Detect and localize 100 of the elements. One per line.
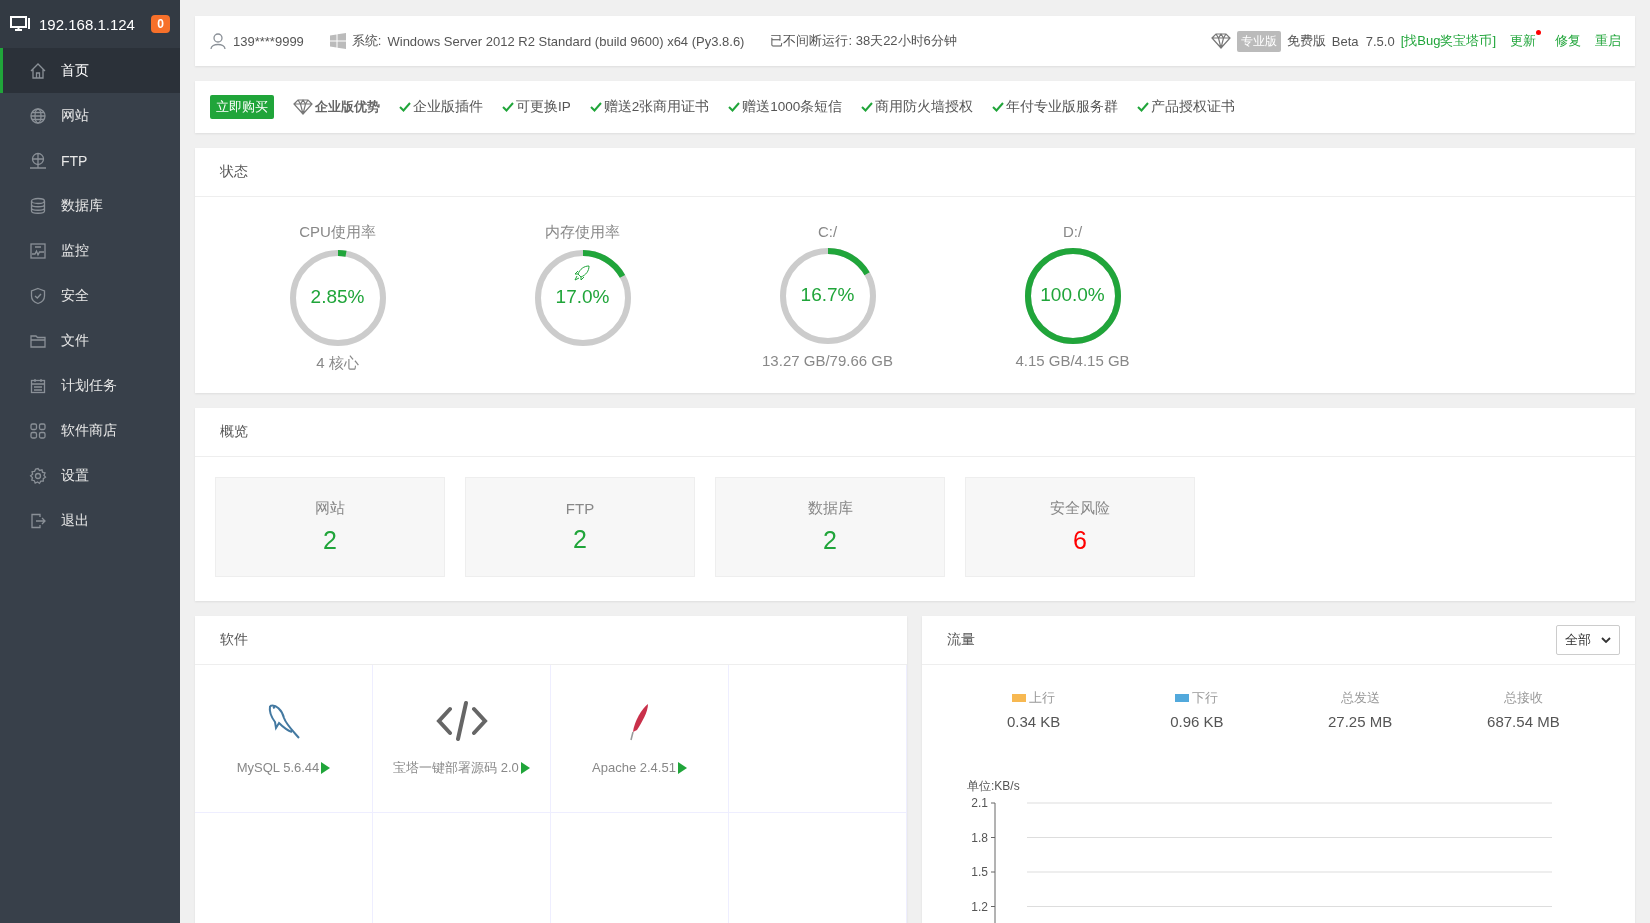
action-link[interactable]: 修复 — [1555, 32, 1581, 50]
software-name: Apache 2.4.51 — [592, 760, 676, 775]
feature-text: 赠送1000条短信 — [742, 98, 843, 116]
monitor-icon — [10, 15, 31, 33]
software-name: 宝塔一键部署源码 2.0 — [393, 758, 519, 777]
overview-card[interactable]: FTP 2 — [465, 477, 695, 577]
bug-bounty-link[interactable]: [找Bug奖宝塔币] — [1400, 32, 1496, 50]
tick-label: 2.1 — [971, 796, 988, 810]
check-icon — [728, 102, 741, 112]
card-label: FTP — [565, 500, 595, 517]
network-globe-icon — [29, 151, 47, 170]
feature-text: 年付专业版服务群 — [1006, 98, 1119, 116]
gauge-label: C:/ — [817, 223, 838, 240]
card-count: 6 — [1073, 526, 1087, 555]
stat-value: 0.34 KB — [1006, 713, 1061, 730]
section-title: 概览 — [220, 423, 248, 441]
logout-icon — [29, 511, 47, 530]
sidebar-item[interactable]: 设置 — [0, 453, 180, 498]
diamond-icon — [1210, 33, 1231, 49]
software-name: MySQL 5.6.44 — [236, 760, 320, 775]
card-label: 安全风险 — [1050, 499, 1110, 518]
stat-label: 总发送 — [1340, 689, 1380, 707]
gauge-label: 内存使用率 — [545, 223, 620, 242]
stat-label: 上行 — [1029, 689, 1056, 707]
play-icon — [321, 761, 331, 774]
gauge-label: CPU使用率 — [299, 223, 376, 242]
version-text: Beta 7.5.0 — [1331, 33, 1395, 49]
user-icon — [209, 32, 227, 50]
database-icon — [29, 196, 47, 215]
gauge-value: 17.0% — [554, 286, 611, 308]
settings-icon — [29, 466, 47, 485]
overview-card[interactable]: 网站 2 — [215, 477, 445, 577]
gauge-detail: 4.15 GB/4.15 GB — [1015, 352, 1130, 369]
gauge-value: 16.7% — [799, 284, 856, 306]
check-icon — [399, 102, 411, 112]
section-title: 软件 — [220, 631, 248, 649]
check-icon — [992, 102, 1005, 112]
action-link[interactable]: 更新 — [1510, 32, 1536, 50]
card-count: 2 — [573, 525, 587, 554]
uptime-text: 已不间断运行: 38天22小时6分钟 — [770, 32, 957, 50]
windows-icon — [329, 33, 346, 49]
sidebar-item[interactable]: 网站 — [0, 93, 180, 138]
sidebar-item[interactable]: 监控 — [0, 228, 180, 273]
globe-icon — [29, 106, 47, 125]
system-label: 系统: — [351, 32, 382, 50]
card-label: 网站 — [315, 499, 345, 518]
section-title: 流量 — [947, 631, 975, 649]
check-icon — [861, 102, 874, 112]
tick-label: 1.2 — [971, 899, 988, 914]
gauge-label: D:/ — [1062, 223, 1083, 240]
home-icon — [29, 61, 47, 80]
system-info: Windows Server 2012 R2 Standard (build 9600) x64 (Py3.8.6) — [387, 33, 745, 49]
rocket-icon[interactable] — [572, 264, 591, 282]
check-icon — [502, 102, 514, 112]
sidebar-item[interactable]: 安全 — [0, 273, 180, 318]
calendar-icon — [29, 376, 47, 395]
filter-dropdown[interactable]: 全部 — [1556, 625, 1620, 655]
grid-icon — [29, 421, 47, 440]
card-count: 2 — [323, 526, 337, 555]
edition-text: 免费版 — [1286, 32, 1326, 50]
pro-badge[interactable]: 专业版 — [1236, 30, 1281, 52]
tick-label: 1.8 — [971, 830, 988, 845]
stat-label: 总接收 — [1503, 689, 1543, 707]
overview-card[interactable]: 数据库 2 — [715, 477, 945, 577]
software-tile[interactable]: Apache 2.4.51 — [551, 665, 729, 813]
check-icon — [589, 102, 602, 112]
feature-text: 商用防火墙授权 — [875, 98, 974, 116]
action-link[interactable]: 重启 — [1595, 32, 1621, 50]
axis-unit-label: 单位:KB/s — [967, 778, 1021, 795]
card-label: 数据库 — [807, 499, 853, 518]
shield-icon — [29, 286, 47, 305]
stat-value: 27.25 MB — [1328, 713, 1393, 730]
card-count: 2 — [823, 526, 837, 555]
stat-value: 687.54 MB — [1487, 713, 1560, 730]
check-icon — [1137, 102, 1150, 112]
overview-card[interactable]: 安全风险 6 — [965, 477, 1195, 577]
gauge-value: 2.85% — [309, 286, 366, 308]
monitor-chart-icon — [29, 241, 47, 260]
sidebar-item[interactable]: FTP — [0, 138, 180, 183]
play-icon — [677, 761, 687, 774]
sidebar-item[interactable]: 数据库 — [0, 183, 180, 228]
feature-text: 产品授权证书 — [1151, 98, 1236, 116]
chevron-icon — [1601, 637, 1611, 643]
feature-text: 赠送2张商用证书 — [603, 98, 710, 116]
notification-badge[interactable]: 0 — [151, 15, 170, 33]
tick-label: 1.5 — [971, 865, 988, 879]
user-phone: 139****9999 — [233, 33, 304, 49]
software-tile[interactable]: MySQL 5.6.44 — [195, 665, 373, 813]
sidebar-item[interactable]: 文件 — [0, 318, 180, 363]
buy-button[interactable]: 立即购买 — [210, 95, 274, 119]
sidebar-item[interactable]: 软件商店 — [0, 408, 180, 453]
section-title: 状态 — [220, 163, 248, 181]
code-icon — [435, 700, 488, 741]
software-tile[interactable]: 宝塔一键部署源码 2.0 — [373, 665, 551, 813]
sidebar-item[interactable]: 计划任务 — [0, 363, 180, 408]
server-address: 192.168.1.124 — [39, 15, 135, 33]
sidebar-item[interactable]: 退出 — [0, 498, 180, 543]
sidebar-item[interactable]: 首页 — [0, 48, 180, 93]
diamond-icon — [293, 99, 313, 115]
gauge-detail: 4 核心 — [316, 354, 359, 373]
